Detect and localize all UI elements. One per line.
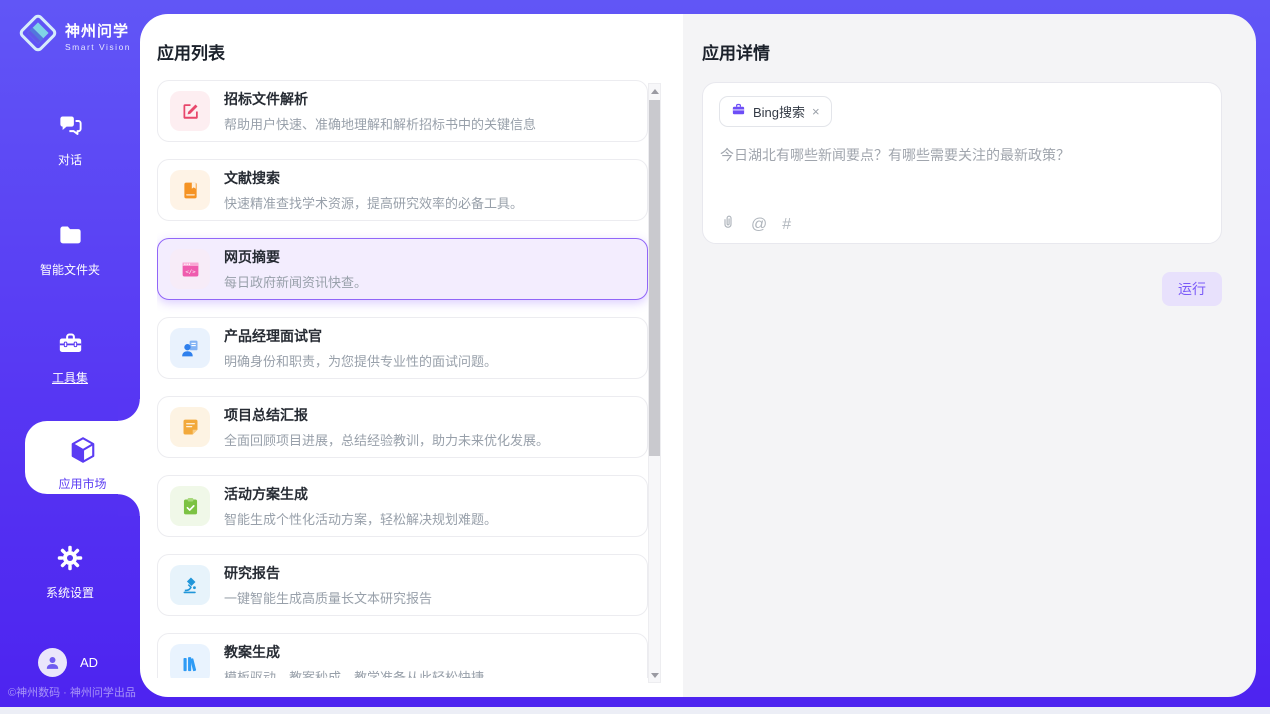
app-list: 招标文件解析 帮助用户快速、准确地理解和解析招标书中的关键信息 文献搜索 快速精… xyxy=(157,80,648,678)
app-list-title: 应用列表 xyxy=(157,39,225,64)
chat-icon xyxy=(57,126,84,143)
sidebar: 神州问学 Smart Vision 对话 智能文件夹 xyxy=(0,0,140,714)
prompt-input[interactable]: 今日湖北有哪些新闻要点？有哪些需要关注的最新政策？ xyxy=(720,145,1200,166)
app-card-web-summary[interactable]: </> 网页摘要 每日政府新闻资讯快查。 xyxy=(157,238,648,300)
browser-code-icon: </> xyxy=(170,249,210,289)
brand: 神州问学 Smart Vision xyxy=(18,13,131,58)
sidebar-item-smart-folder[interactable]: 智能文件夹 xyxy=(0,222,140,278)
app-card-desc: 全面回顾项目进展，总结经验教训，助力未来优化发展。 xyxy=(224,430,549,449)
app-detail-title: 应用详情 xyxy=(702,39,770,64)
svg-text:</>: </> xyxy=(185,269,196,275)
tool-chip-bing-search[interactable]: Bing搜索 × xyxy=(719,96,832,127)
app-card-title: 文献搜索 xyxy=(224,168,523,188)
app-card-research-report[interactable]: 研究报告 一键智能生成高质量长文本研究报告 xyxy=(157,554,648,616)
app-card-title: 研究报告 xyxy=(224,563,432,583)
app-list-panel: 应用列表 招标文件解析 帮助用户快速、准确地理解和解析招标书中的关键信息 xyxy=(140,14,683,697)
app-card-desc: 明确身份和职责，为您提供专业性的面试问题。 xyxy=(224,351,497,370)
app-card-event-plan[interactable]: 活动方案生成 智能生成个性化活动方案，轻松解决规划难题。 xyxy=(157,475,648,537)
memo-icon xyxy=(170,407,210,447)
toolbox-icon xyxy=(57,344,84,361)
app-detail-panel: 应用详情 Bing搜索 × 今日湖北有哪些新闻要点？有哪些需要关注的最新政策？ xyxy=(683,14,1256,697)
scrollbar[interactable] xyxy=(648,83,661,683)
research-icon xyxy=(170,565,210,605)
app-card-desc: 帮助用户快速、准确地理解和解析招标书中的关键信息 xyxy=(224,114,536,133)
gear-icon xyxy=(56,559,84,576)
hash-icon[interactable]: # xyxy=(782,216,791,234)
app-card-title: 网页摘要 xyxy=(224,247,367,267)
brand-name: 神州问学 xyxy=(65,20,131,41)
folder-icon xyxy=(57,236,84,253)
books-icon xyxy=(170,644,210,678)
sidebar-item-label: 对话 xyxy=(0,151,140,168)
sidebar-item-label: 系统设置 xyxy=(0,584,140,601)
copyright-text: ©神州数码 · 神州问学出品 xyxy=(8,684,140,700)
app-card-pm-interviewer[interactable]: 产品经理面试官 明确身份和职责，为您提供专业性的面试问题。 xyxy=(157,317,648,379)
user-initials: AD xyxy=(80,655,98,670)
edit-document-icon xyxy=(170,91,210,131)
sidebar-item-chat[interactable]: 对话 xyxy=(0,112,140,168)
app-card-title: 产品经理面试官 xyxy=(224,326,497,346)
app-card-title: 项目总结汇报 xyxy=(224,405,549,425)
sidebar-item-settings[interactable]: 系统设置 xyxy=(0,544,140,601)
cube-icon xyxy=(68,452,98,469)
brand-subtitle: Smart Vision xyxy=(65,42,131,52)
scroll-down-icon[interactable] xyxy=(649,668,660,682)
mention-icon[interactable]: @ xyxy=(751,216,767,234)
briefcase-icon xyxy=(731,102,746,122)
clipboard-check-icon xyxy=(170,486,210,526)
app-card-desc: 每日政府新闻资讯快查。 xyxy=(224,272,367,291)
main-content: 应用列表 招标文件解析 帮助用户快速、准确地理解和解析招标书中的关键信息 xyxy=(140,14,1256,697)
sidebar-item-label: 工具集 xyxy=(0,369,140,386)
run-button[interactable]: 运行 xyxy=(1162,272,1222,306)
app-card-title: 招标文件解析 xyxy=(224,89,536,109)
avatar xyxy=(38,648,67,677)
paperclip-icon[interactable] xyxy=(720,213,736,236)
sidebar-item-app-market[interactable]: 应用市场 xyxy=(25,421,140,494)
prompt-card[interactable]: Bing搜索 × 今日湖北有哪些新闻要点？有哪些需要关注的最新政策？ @ # xyxy=(702,82,1222,244)
tool-chip-label: Bing搜索 xyxy=(753,102,805,121)
user-account[interactable]: AD xyxy=(38,648,98,677)
app-card-literature-search[interactable]: 文献搜索 快速精准查找学术资源，提高研究效率的必备工具。 xyxy=(157,159,648,221)
sidebar-item-toolset[interactable]: 工具集 xyxy=(0,330,140,386)
app-card-desc: 智能生成个性化活动方案，轻松解决规划难题。 xyxy=(224,509,497,528)
bottom-edge-strip xyxy=(0,707,1270,714)
app-card-lesson-plan[interactable]: 教案生成 模板驱动，教案秒成，教学准备从此轻松快捷 xyxy=(157,633,648,678)
brand-logo-icon xyxy=(18,13,58,58)
sidebar-item-label: 应用市场 xyxy=(25,475,140,492)
scroll-up-icon[interactable] xyxy=(649,84,660,98)
app-card-desc: 模板驱动，教案秒成，教学准备从此轻松快捷 xyxy=(224,667,484,678)
close-icon[interactable]: × xyxy=(812,104,820,119)
book-icon xyxy=(170,170,210,210)
input-toolbar: @ # xyxy=(720,213,791,236)
app-card-title: 活动方案生成 xyxy=(224,484,497,504)
sidebar-item-label: 智能文件夹 xyxy=(0,261,140,278)
app-card-desc: 快速精准查找学术资源，提高研究效率的必备工具。 xyxy=(224,193,523,212)
app-card-desc: 一键智能生成高质量长文本研究报告 xyxy=(224,588,432,607)
app-card-title: 教案生成 xyxy=(224,642,484,662)
interviewer-icon xyxy=(170,328,210,368)
scrollbar-thumb[interactable] xyxy=(649,100,660,456)
app-card-project-summary[interactable]: 项目总结汇报 全面回顾项目进展，总结经验教训，助力未来优化发展。 xyxy=(157,396,648,458)
app-card-bid-document-analysis[interactable]: 招标文件解析 帮助用户快速、准确地理解和解析招标书中的关键信息 xyxy=(157,80,648,142)
